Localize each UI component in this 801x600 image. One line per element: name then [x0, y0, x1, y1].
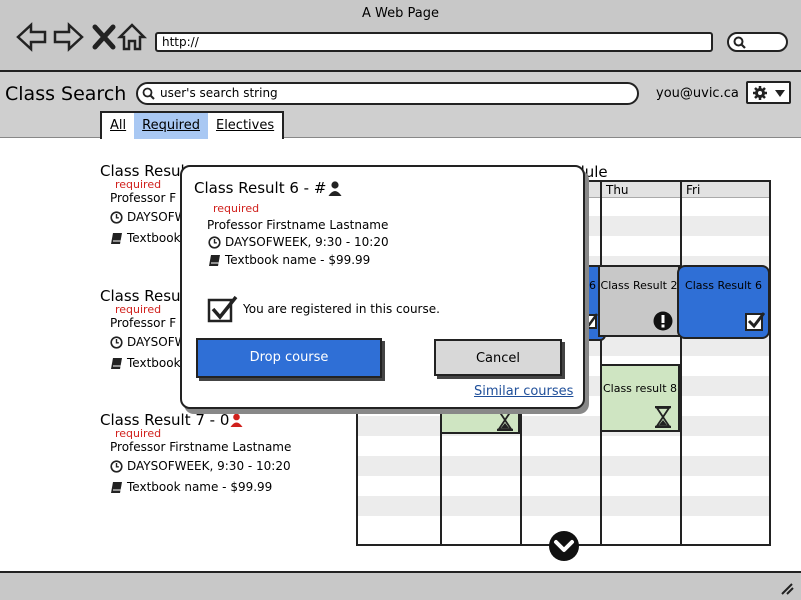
result-professor: Professor Firstname Lastname: [110, 440, 291, 454]
gear-icon: [753, 86, 767, 100]
search-icon: [142, 87, 155, 100]
url-bar[interactable]: http://: [155, 32, 713, 52]
result-professor: Professor F: [110, 191, 176, 205]
book-text: Textbook name - $99.99: [225, 253, 371, 267]
result-professor: Professor F: [110, 316, 176, 330]
registered-checkbox[interactable]: [207, 295, 239, 323]
event-class-result-2[interactable]: Class Result 2: [598, 265, 680, 337]
search-icon: [733, 36, 746, 49]
schedule-stripe: [358, 456, 769, 476]
browser-search-field[interactable]: [727, 32, 788, 52]
required-badge: required: [115, 427, 162, 440]
professor-text: Professor F: [110, 191, 177, 205]
hourglass-icon: [655, 406, 671, 428]
back-icon[interactable]: [15, 20, 49, 54]
dialog-title-row: Class Result 6 - #: [194, 179, 342, 197]
registered-row: You are registered in this course.: [207, 295, 440, 323]
home-icon[interactable]: [116, 20, 150, 54]
status-bar: [0, 571, 801, 600]
professor-text: Professor F: [110, 316, 177, 330]
result-book: Textbook name - $99.99: [110, 480, 272, 494]
person-icon: [328, 180, 342, 196]
checkbox-checked-icon: [745, 312, 765, 331]
book-icon: [111, 357, 122, 369]
result-book: Textbook: [110, 356, 181, 370]
day-thu: Thu: [606, 183, 629, 197]
cancel-button[interactable]: Cancel: [434, 339, 562, 376]
professor-text: Professor Firstname Lastname: [110, 440, 292, 454]
scroll-down-icon[interactable]: [548, 530, 580, 562]
dialog-title: Class Result 6 - #: [194, 179, 327, 197]
forward-icon[interactable]: [51, 20, 85, 54]
resize-grip-icon[interactable]: [778, 581, 794, 595]
event-label: Class Result 2: [600, 279, 678, 292]
user-email: you@uvic.ca: [656, 86, 739, 101]
tab-required[interactable]: Required: [134, 113, 208, 139]
event-green-partial[interactable]: [440, 408, 520, 434]
similar-courses-link[interactable]: Similar courses: [474, 384, 573, 399]
required-badge: required: [115, 303, 162, 316]
book-text: Textbook name - $99.99: [127, 480, 273, 494]
dialog-book: Textbook name - $99.99: [208, 253, 370, 267]
book-icon: [209, 254, 220, 266]
column-divider: [680, 182, 682, 544]
settings-menu-button[interactable]: [746, 81, 791, 104]
book-text: Textbook: [127, 231, 181, 245]
schedule-stripe: [358, 416, 769, 436]
professor-text: Professor Firstname Lastname: [207, 218, 389, 232]
time-text: DAYSOFWEEK, 9:30 - 10:20: [225, 235, 389, 249]
book-icon: [111, 232, 122, 244]
dialog-professor: Professor Firstname Lastname: [207, 218, 388, 232]
class-search-input[interactable]: user's search string: [136, 82, 639, 105]
required-badge: required: [213, 202, 260, 215]
result-time: DAYSOFW: [110, 335, 186, 349]
filter-tabs: All Required Electives: [100, 111, 285, 139]
dialog-time: DAYSOFWEEK, 9:30 - 10:20: [208, 235, 389, 249]
event-label: 6: [589, 279, 596, 292]
event-label: Class Result 6: [685, 279, 762, 292]
result-time: DAYSOFWEEK, 9:30 - 10:20: [110, 459, 291, 473]
column-divider: [600, 182, 602, 544]
book-icon: [111, 481, 122, 493]
time-text: DAYSOFWEEK, 9:30 - 10:20: [127, 459, 291, 473]
clock-icon: [110, 459, 123, 473]
clock-icon: [110, 335, 123, 349]
event-class-result-6[interactable]: Class Result 6: [677, 265, 770, 339]
event-label: Class result 8: [602, 382, 678, 395]
clock-icon: [208, 235, 221, 249]
tab-electives[interactable]: Electives: [208, 113, 282, 139]
person-icon: [230, 413, 243, 427]
app-title: Class Search: [5, 83, 127, 105]
registered-text: You are registered in this course.: [243, 302, 440, 316]
time-text: DAYSOFW: [127, 210, 187, 224]
hourglass-icon: [497, 410, 513, 431]
clock-icon: [110, 210, 123, 224]
warning-icon: [653, 311, 673, 331]
course-details-dialog: Class Result 6 - # required Professor Fi…: [180, 165, 585, 409]
chevron-down-icon: [775, 90, 785, 97]
tab-all[interactable]: All: [102, 113, 134, 139]
required-badge: required: [115, 178, 162, 191]
book-text: Textbook: [127, 356, 181, 370]
window-title: A Web Page: [362, 6, 439, 21]
result-time: DAYSOFW: [110, 210, 186, 224]
event-class-result-8[interactable]: Class result 8: [600, 364, 680, 432]
result-book: Textbook: [110, 231, 181, 245]
schedule-stripe: [358, 496, 769, 516]
drop-course-button[interactable]: Drop course: [196, 338, 382, 378]
time-text: DAYSOFW: [127, 335, 187, 349]
day-fri: Fri: [686, 183, 701, 197]
